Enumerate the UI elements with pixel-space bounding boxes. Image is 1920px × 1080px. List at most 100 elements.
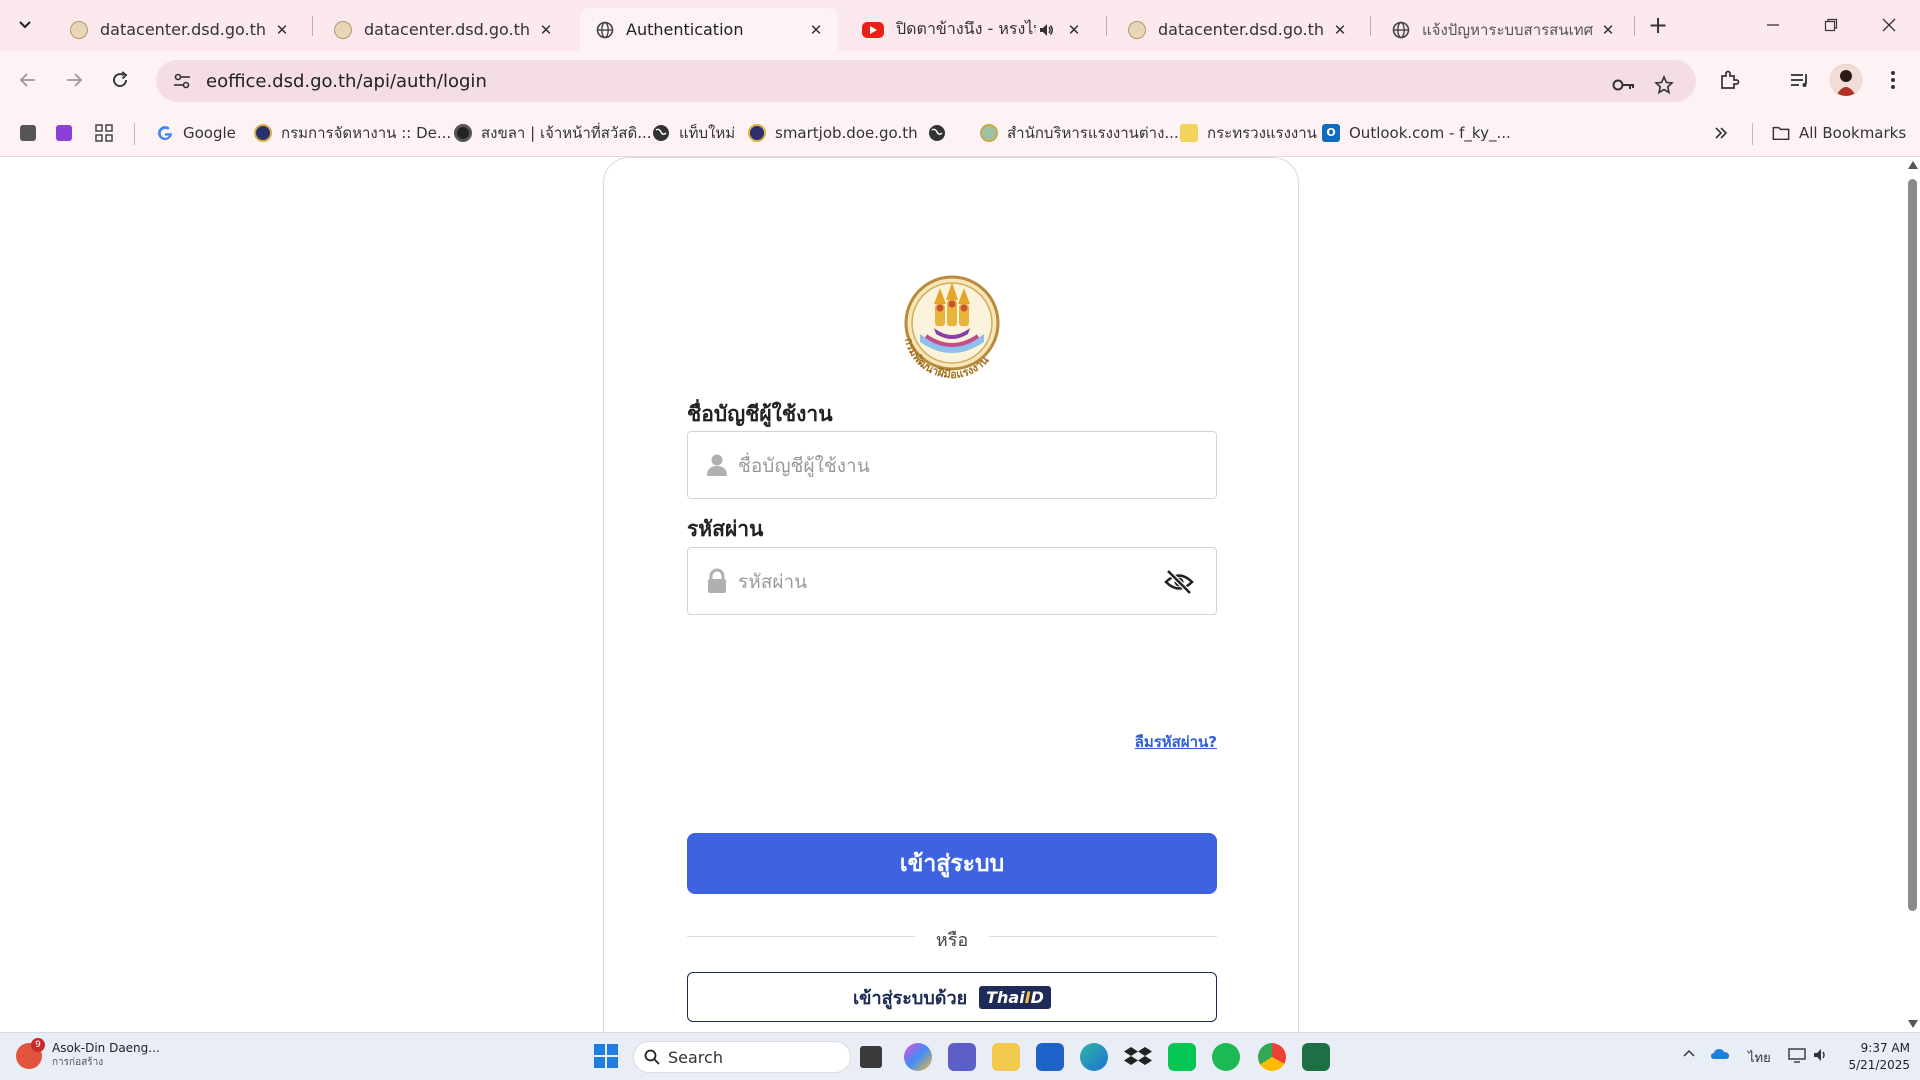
scroll-down-icon[interactable] [1908,1020,1918,1028]
close-icon[interactable]: ✕ [806,20,826,40]
close-icon[interactable]: ✕ [1064,20,1084,40]
restore-button[interactable] [1808,8,1854,42]
excel-icon[interactable] [1302,1043,1330,1071]
line-icon[interactable] [1168,1043,1196,1071]
minimize-icon [1767,24,1779,26]
close-icon[interactable]: ✕ [1598,20,1618,40]
thaid-login-button[interactable]: เข้าสู่ระบบด้วย ThaiID [687,972,1217,1022]
scrollbar-thumb[interactable] [1908,179,1917,911]
system-clock[interactable]: 9:37 AM 5/21/2025 [1840,1040,1910,1074]
store-icon[interactable] [1036,1043,1064,1071]
clock-time: 9:37 AM [1860,1041,1910,1055]
network-icon[interactable] [1788,1047,1806,1067]
taskbar-search[interactable]: Search [633,1041,851,1073]
minimize-button[interactable] [1750,8,1796,42]
page-scrollbar[interactable] [1905,157,1920,1032]
copilot-icon[interactable] [904,1043,932,1071]
media-control-icon[interactable] [1784,65,1814,95]
forward-button[interactable] [56,62,92,98]
thaid-logo: ThaiID [979,985,1051,1009]
language-indicator[interactable]: ไทย [1748,1047,1771,1068]
password-input[interactable] [738,560,1138,604]
onedrive-icon[interactable] [1710,1047,1730,1065]
close-icon[interactable]: ✕ [1330,20,1350,40]
task-view-icon[interactable] [860,1046,882,1068]
close-icon [1882,18,1896,32]
bookmark-doe[interactable]: กรมการจัดหางาน :: De... [254,121,451,145]
bookmark-globe[interactable] [928,121,955,145]
tab-2[interactable]: datacenter.dsd.go.th | ✕ [318,8,568,51]
password-key-icon[interactable] [1608,69,1640,101]
search-icon [644,1049,660,1065]
apps-grid-button[interactable] [95,121,113,145]
password-field[interactable] [687,547,1217,615]
globe-icon [653,125,669,141]
all-bookmarks-button[interactable]: All Bookmarks [1772,121,1906,145]
tab-search-button[interactable] [10,10,40,40]
profile-avatar[interactable] [1830,64,1862,96]
extensions-icon[interactable] [1714,65,1744,95]
start-button[interactable] [593,1043,621,1071]
tab-1[interactable]: datacenter.dsd.go.th | ✕ [54,8,304,51]
dropbox-icon[interactable] [1124,1043,1152,1071]
bookmark-ministry[interactable]: กระทรวงแรงงาน [1180,121,1317,145]
teams-icon[interactable] [948,1043,976,1071]
edge-icon[interactable] [1080,1043,1108,1071]
browser-toolbar: eoffice.dsd.go.th/api/auth/login [0,51,1920,109]
tab-title: datacenter.dsd.go.th | [364,20,536,39]
login-button[interactable]: เข้าสู่ระบบ [687,833,1217,894]
address-bar[interactable]: eoffice.dsd.go.th/api/auth/login [156,60,1696,102]
traffic-alert-icon: 9 [16,1037,45,1069]
dsd-logo: กรมพัฒนาฝีมือแรงงาน [892,270,1012,390]
clock-date: 5/21/2025 [1848,1058,1910,1072]
weather-title: Asok-Din Daeng... [52,1041,160,1055]
tab-6[interactable]: แจ้งปัญหาระบบสารสนเทศ กร ✕ [1376,8,1630,51]
speaker-icon[interactable] [1036,20,1056,40]
close-icon[interactable]: ✕ [272,20,292,40]
bookmark-app-2[interactable] [56,121,72,145]
bookmark-labour-admin[interactable]: สำนักบริหารแรงงานต่าง... [980,121,1179,145]
password-label: รหัสผ่าน [687,517,764,541]
or-text: หรือ [935,930,969,951]
chrome-icon[interactable] [1258,1043,1286,1071]
scroll-up-icon[interactable] [1908,161,1918,169]
bookmark-divider [1752,123,1753,145]
thaid-button-label: เข้าสู่ระบบด้วย [853,987,968,1009]
bookmark-label: แท็บใหม่ [679,124,736,142]
reload-button[interactable] [102,62,138,98]
bookmark-star-icon[interactable] [1648,69,1680,101]
username-field[interactable] [687,431,1217,499]
tray-overflow-icon[interactable] [1682,1047,1696,1062]
camera-lens-icon [454,124,472,142]
username-input[interactable] [738,444,1138,488]
globe-icon [929,125,945,141]
site-settings-icon[interactable] [162,60,202,102]
spotify-icon[interactable] [1212,1043,1240,1071]
bookmark-outlook[interactable]: O Outlook.com - f_ky_... [1322,121,1511,145]
eye-slash-icon[interactable] [1164,568,1194,596]
bookmark-app-1[interactable] [20,121,36,145]
seal-icon [254,124,272,142]
search-label: Search [668,1047,723,1067]
window-close-button[interactable] [1866,8,1912,42]
bookmark-smartjob[interactable]: smartjob.doe.go.th [748,121,918,145]
volume-icon[interactable] [1812,1047,1828,1067]
forgot-password-link[interactable]: ลืมรหัสผ่าน? [1127,730,1217,754]
tab-3-active[interactable]: Authentication ✕ [580,8,838,51]
tab-4[interactable]: ปิดตาข้างนึง - หรงไทย [ ✕ [846,8,1096,51]
new-tab-button[interactable]: + [1643,10,1673,40]
bookmark-songkhla[interactable]: สงขลา | เจ้าหน้าที่สวัสดิ... [454,121,652,145]
bookmark-divider [134,123,135,145]
bookmark-newtab[interactable]: แท็บใหม่ [652,121,735,145]
tab-5[interactable]: datacenter.dsd.go.th | ✕ [1112,8,1362,51]
back-button[interactable] [10,62,46,98]
user-icon [707,454,727,476]
close-icon[interactable]: ✕ [536,20,556,40]
globe-icon [1392,21,1410,39]
file-explorer-icon[interactable] [992,1043,1020,1071]
bookmark-google[interactable]: Google [156,121,236,145]
weather-widget[interactable]: 9 Asok-Din Daeng... การก่อสร้าง [16,1037,160,1070]
bookmarks-overflow-button[interactable] [1714,121,1728,145]
app-square-icon [20,125,36,141]
more-menu-icon[interactable] [1878,65,1908,95]
